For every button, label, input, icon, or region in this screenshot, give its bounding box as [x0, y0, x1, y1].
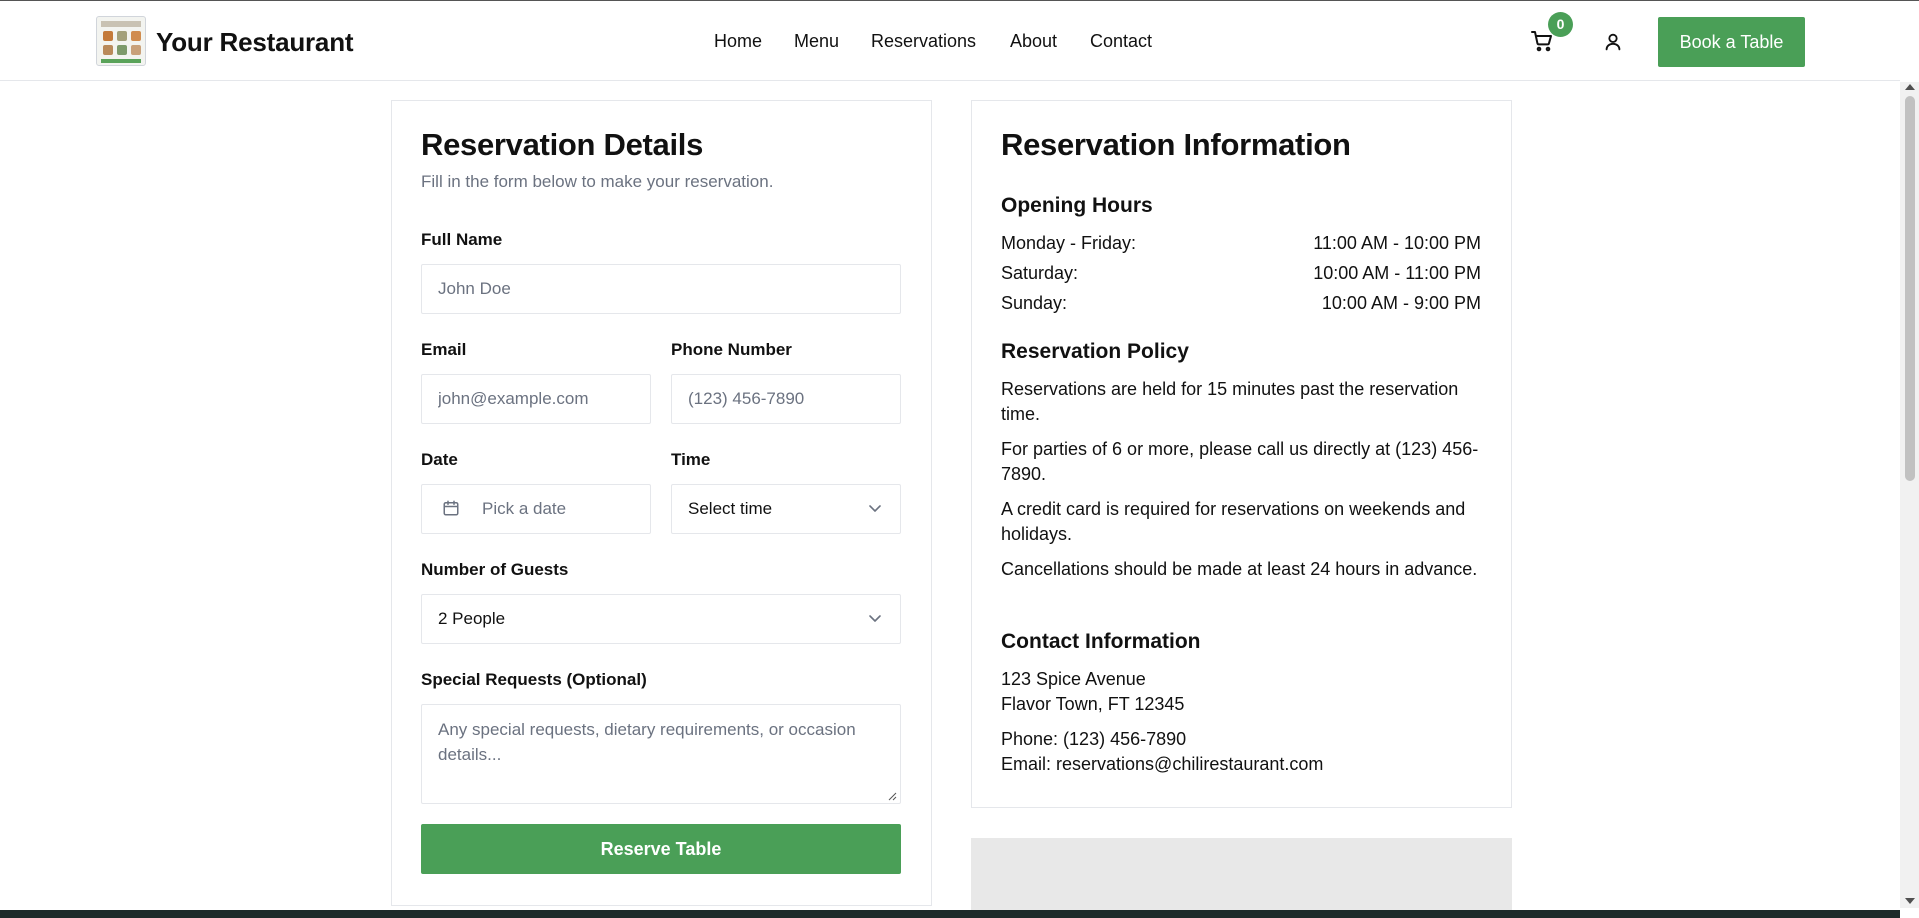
- hours-time: 10:00 AM - 11:00 PM: [1313, 263, 1481, 283]
- book-table-button[interactable]: Book a Table: [1658, 17, 1805, 67]
- form-title: Reservation Details: [421, 127, 704, 162]
- site-header: Your Restaurant Home Menu Reservations A…: [0, 1, 1900, 81]
- opening-hours-title: Opening Hours: [1001, 194, 1153, 217]
- chevron-down-icon: [869, 615, 881, 622]
- calendar-icon: [443, 500, 459, 516]
- special-requests-textarea[interactable]: [421, 704, 901, 804]
- time-select-value: Select time: [688, 499, 773, 518]
- address-line-1: 123 Spice Avenue: [1001, 669, 1146, 689]
- hours-time: 10:00 AM - 9:00 PM: [1321, 293, 1481, 313]
- guests-select-value: 2 People: [438, 609, 506, 628]
- nav-menu[interactable]: Menu: [794, 31, 839, 52]
- form-subtitle: Fill in the form below to make your rese…: [421, 172, 774, 191]
- policy-item: Cancellations should be made at least 24…: [1001, 559, 1478, 579]
- date-picker[interactable]: Pick a date: [421, 484, 651, 534]
- nav-reservations[interactable]: Reservations: [871, 31, 976, 52]
- policy-item: For parties of 6 or more, please call us…: [1001, 439, 1479, 484]
- contact-info-title: Contact Information: [1001, 630, 1201, 653]
- user-icon[interactable]: [1602, 31, 1624, 53]
- full-name-label: Full Name: [421, 230, 503, 249]
- taskbar-strip: [0, 910, 1900, 918]
- guests-label: Number of Guests: [421, 560, 569, 579]
- date-placeholder: Pick a date: [482, 499, 567, 518]
- full-name-input[interactable]: [421, 264, 901, 314]
- phone-label: Phone Number: [671, 340, 792, 359]
- guests-select[interactable]: 2 People: [421, 594, 901, 644]
- email-label: Email: [421, 340, 467, 359]
- contact-email: Email: reservations@chilirestaurant.com: [1001, 754, 1324, 774]
- address-line-2: Flavor Town, FT 12345: [1001, 694, 1185, 714]
- scroll-down-arrow-icon[interactable]: [1905, 898, 1915, 904]
- reserve-table-button[interactable]: Reserve Table: [421, 824, 901, 874]
- policy-item: Reservations are held for 15 minutes pas…: [1001, 379, 1459, 424]
- scrollbar-thumb[interactable]: [1905, 96, 1915, 481]
- hours-time: 11:00 AM - 10:00 PM: [1313, 233, 1481, 253]
- email-input[interactable]: [421, 374, 651, 424]
- nav-about[interactable]: About: [1010, 31, 1057, 52]
- date-label: Date: [421, 450, 458, 469]
- chevron-down-icon: [869, 505, 881, 512]
- time-label: Time: [671, 450, 711, 469]
- map-placeholder: [971, 838, 1512, 910]
- scroll-up-arrow-icon[interactable]: [1905, 84, 1915, 90]
- resize-grip-icon[interactable]: [887, 791, 897, 801]
- info-title: Reservation Information: [1001, 127, 1351, 162]
- phone-input[interactable]: [671, 374, 901, 424]
- time-select[interactable]: Select time: [671, 484, 901, 534]
- hours-day: Monday - Friday:: [1001, 233, 1137, 253]
- nav-contact[interactable]: Contact: [1090, 31, 1152, 52]
- brand-name[interactable]: Your Restaurant: [156, 27, 354, 58]
- special-requests-label: Special Requests (Optional): [421, 670, 647, 689]
- logo-image[interactable]: [96, 16, 146, 66]
- cart-count-badge: 0: [1548, 12, 1573, 37]
- nav-home[interactable]: Home: [714, 31, 762, 52]
- hours-day: Saturday:: [1001, 263, 1079, 283]
- hours-day: Sunday:: [1001, 293, 1068, 313]
- policy-item: A credit card is required for reservatio…: [1001, 499, 1466, 544]
- reservation-policy-title: Reservation Policy: [1001, 340, 1189, 363]
- contact-phone: Phone: (123) 456-7890: [1001, 729, 1187, 749]
